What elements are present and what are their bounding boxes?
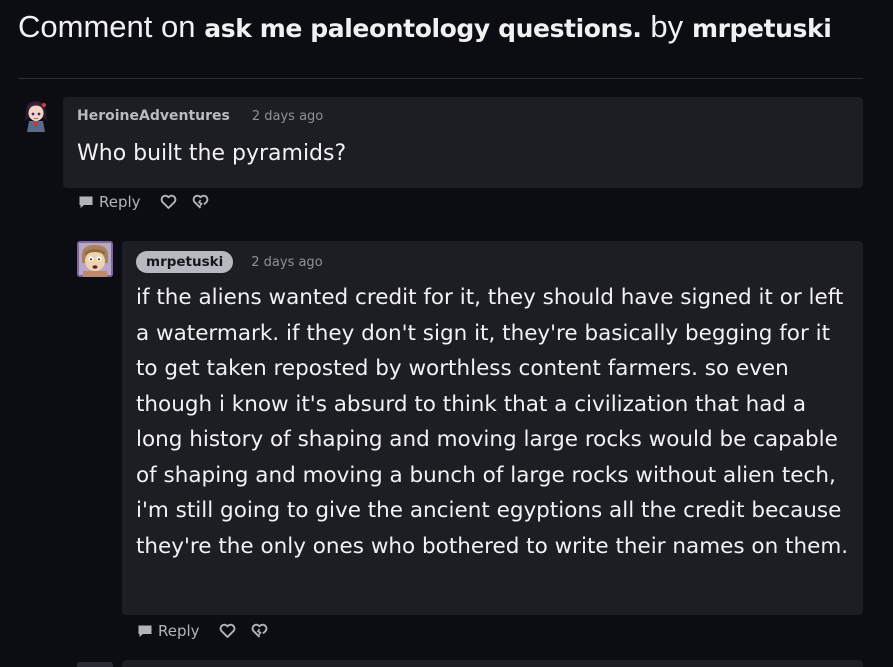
heart-icon [160, 194, 176, 209]
reply-meta: mrpetuski 2 days ago [136, 251, 323, 273]
header-divider [18, 78, 863, 79]
next-avatar[interactable] [77, 662, 113, 667]
comment-body: Who built the pyramids? [77, 141, 347, 166]
broken-heart-icon [251, 623, 267, 638]
post-author-link[interactable]: mrpetuski [692, 14, 832, 43]
comment-meta: HeroineAdventures 2 days ago [77, 108, 323, 124]
reply-button[interactable]: Reply [78, 193, 141, 211]
comment-timestamp[interactable]: 2 days ago [252, 109, 323, 124]
next-comment-card [122, 660, 863, 667]
reply-body: if the aliens wanted credit for it, they… [136, 285, 849, 559]
reply-button[interactable]: Reply [137, 622, 200, 640]
speech-bubble-icon [79, 196, 93, 208]
dislike-button[interactable] [250, 623, 269, 639]
broken-heart-icon [192, 194, 208, 209]
op-author-badge[interactable]: mrpetuski [136, 251, 234, 273]
reply-label: Reply [158, 622, 200, 640]
speech-bubble-icon [138, 625, 152, 637]
comment-author[interactable]: HeroineAdventures [77, 108, 230, 124]
like-button[interactable] [219, 623, 236, 639]
comment-card: HeroineAdventures 2 days ago Who built t… [63, 97, 863, 188]
heart-icon [219, 623, 235, 638]
reply-card: mrpetuski 2 days ago if the aliens wante… [122, 241, 863, 615]
reply-actions: Reply [137, 622, 269, 640]
comment-page: Comment on ask me paleontology questions… [0, 0, 893, 667]
comment-actions: Reply [78, 193, 210, 211]
cartoon-face-avatar-icon[interactable] [77, 241, 113, 277]
page-title: Comment on ask me paleontology questions… [18, 8, 832, 48]
dislike-button[interactable] [191, 194, 210, 210]
title-by: by [650, 9, 684, 44]
like-button[interactable] [160, 194, 177, 210]
anime-girl-avatar-icon[interactable] [18, 97, 54, 133]
title-prefix: Comment on [18, 9, 196, 44]
reply-label: Reply [99, 193, 141, 211]
post-title-link[interactable]: ask me paleontology questions. [204, 14, 642, 43]
reply-timestamp[interactable]: 2 days ago [251, 255, 322, 270]
